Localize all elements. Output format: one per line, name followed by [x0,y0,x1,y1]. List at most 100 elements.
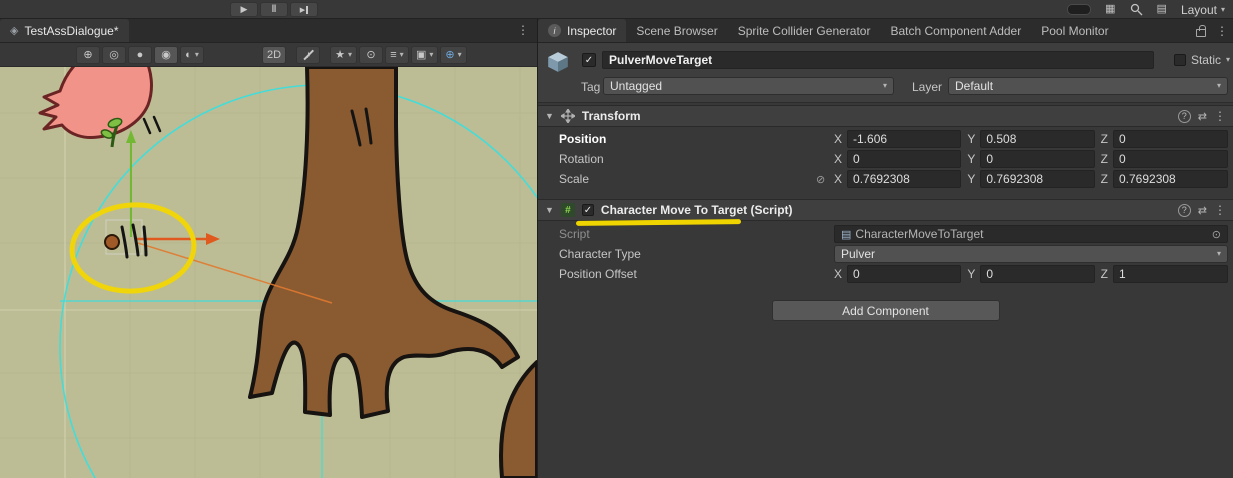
help-icon[interactable]: ? [1178,204,1191,217]
gizmo-icon: ⊕ [445,48,454,61]
scene-panel-menu-icon[interactable]: ⋮ [517,23,529,37]
chevron-down-icon: ▾ [1221,6,1225,14]
position-z-field[interactable]: 0 [1113,130,1228,148]
axis-y-label: Y [967,172,975,186]
audio-mute-button[interactable]: ♪ [296,46,320,64]
chevron-down-icon: ▾ [400,51,404,59]
layout-label: Layout [1181,3,1217,17]
script-row: Script ▤ CharacterMoveToTarget ⊙ [538,225,1233,243]
play-button[interactable]: ▶ [230,2,258,17]
position-x-field[interactable]: -1.606 [847,130,961,148]
globe-tool-button[interactable]: ◎ [102,46,126,64]
rotation-row: Rotation X0 Y0 Z0 [538,150,1233,168]
component-enabled-checkbox[interactable]: ✓ [582,204,594,216]
gameobject-cube-icon [546,50,570,77]
layout-dropdown[interactable]: Layout ▾ [1181,3,1225,17]
inspector-panel: i Inspector Scene Browser Sprite Collide… [537,19,1233,478]
search-icon[interactable] [1130,3,1143,16]
script-label: Script [559,227,590,241]
target-tool-button[interactable]: ◉ [154,46,178,64]
script-object-field[interactable]: ▤ CharacterMoveToTarget ⊙ [834,225,1228,243]
unity-editor-window: ▶ ‖ ▶ ▦ ▤ Layout ▾ ◈ TestAssDialogue* ⋮ … [0,0,1233,478]
help-icon[interactable]: ? [1178,110,1191,123]
gameobject-header: ✓ PulverMoveTarget Static ▾ Tag Untagged… [538,43,1233,103]
tab-pool-monitor[interactable]: Pool Monitor [1031,19,1118,42]
2d-toggle-button[interactable]: 2D [262,46,286,64]
move-script-header[interactable]: ▼ # ✓ Character Move To Target (Script) … [538,199,1233,221]
inspector-menu-icon[interactable]: ⋮ [1216,24,1228,38]
rotation-y-field[interactable]: 0 [980,150,1094,168]
lock-icon[interactable] [1196,29,1206,37]
dot-tool-button[interactable]: ● [128,46,152,64]
target-icon: ◉ [161,48,171,61]
visibility-button[interactable]: ⊙ [359,46,383,64]
object-picker-icon[interactable]: ⊙ [1212,228,1221,241]
add-component-button[interactable]: Add Component [772,300,1000,321]
presets-icon[interactable]: ⇄ [1198,110,1207,123]
static-control[interactable]: Static ▾ [1174,53,1230,67]
rotation-z-field[interactable]: 0 [1113,150,1228,168]
bird-claw-marks [144,117,160,133]
chevron-down-icon: ▾ [429,51,433,59]
link-constraint-icon[interactable]: ⊘ [816,173,825,186]
chevron-down-icon: ▾ [1226,56,1230,64]
layers-visibility-button[interactable]: ≡▾ [385,46,409,64]
position-y-field[interactable]: 0.508 [980,130,1094,148]
scale-y-field[interactable]: 0.7692308 [980,170,1094,188]
layers-icon: ≡ [390,49,396,61]
active-checkbox[interactable]: ✓ [582,53,596,67]
eye-icon: ⊙ [366,48,375,61]
position-offset-row: Position Offset X0 Y0 Z1 [538,265,1233,283]
tab-scene-browser[interactable]: Scene Browser [626,19,727,42]
gizmos-button[interactable]: ⊕▾ [440,46,466,64]
camera-settings-button[interactable]: ▣▾ [411,46,438,64]
static-label: Static [1191,53,1221,67]
script-value: CharacterMoveToTarget [855,227,983,241]
rotation-x-field[interactable]: 0 [847,150,961,168]
offset-z-field[interactable]: 1 [1113,265,1228,283]
scene-canvas [0,67,537,478]
scale-z-field[interactable]: 0.7692308 [1113,170,1228,188]
bird-sprite [40,67,151,138]
layer-value: Default [955,79,993,93]
transform-header[interactable]: ▼ Transform ? ⇄ ⋮ [538,105,1233,127]
grid-icon[interactable]: ▦ [1105,4,1115,15]
tab-sprite-collider-generator[interactable]: Sprite Collider Generator [728,19,881,42]
layer-dropdown[interactable]: Default ▾ [948,77,1228,95]
scene-tab-icon: ◈ [10,24,18,37]
inspector-tab-icon: i [548,24,561,37]
tag-dropdown[interactable]: Untagged ▾ [603,77,894,95]
step-button[interactable]: ▶ [290,2,318,17]
presets-icon[interactable]: ⇄ [1198,204,1207,217]
offset-x-field[interactable]: 0 [847,265,961,283]
scale-x-field[interactable]: 0.7692308 [847,170,961,188]
axis-y-label: Y [967,132,975,146]
component-menu-icon[interactable]: ⋮ [1214,203,1226,217]
foldout-icon[interactable]: ▼ [545,205,554,215]
offset-y-field[interactable]: 0 [980,265,1094,283]
tab-batch-component-adder[interactable]: Batch Component Adder [880,19,1031,42]
layers-icon[interactable]: ▤ [1157,4,1167,15]
account-icon[interactable] [1067,4,1091,15]
2d-label: 2D [267,49,281,61]
foldout-icon[interactable]: ▼ [545,111,554,121]
tab-inspector[interactable]: i Inspector [538,19,626,42]
component-menu-icon[interactable]: ⋮ [1214,109,1226,123]
check-icon: ✓ [585,55,593,66]
dot-icon: ● [137,49,144,61]
pan-tool-button[interactable]: ⊕ [76,46,100,64]
chevron-down-icon: ▾ [458,51,462,59]
axis-x-label: X [834,267,842,281]
character-type-dropdown[interactable]: Pulver ▾ [834,245,1228,263]
shading-mode-button[interactable]: ◐▾ [180,46,204,64]
character-sprite[interactable] [105,235,119,249]
pause-button[interactable]: ‖ [260,2,288,17]
move-gizmo-y-arrowhead[interactable] [126,130,136,143]
inspector-tab-bar: i Inspector Scene Browser Sprite Collide… [538,19,1233,43]
scene-viewport[interactable] [0,67,537,478]
gameobject-name-field[interactable]: PulverMoveTarget [602,51,1154,69]
camera-icon: ▣ [416,48,426,61]
tab-scene[interactable]: ◈ TestAssDialogue* [0,19,129,42]
effects-button[interactable]: ★▾ [330,46,357,64]
static-checkbox[interactable] [1174,54,1186,66]
